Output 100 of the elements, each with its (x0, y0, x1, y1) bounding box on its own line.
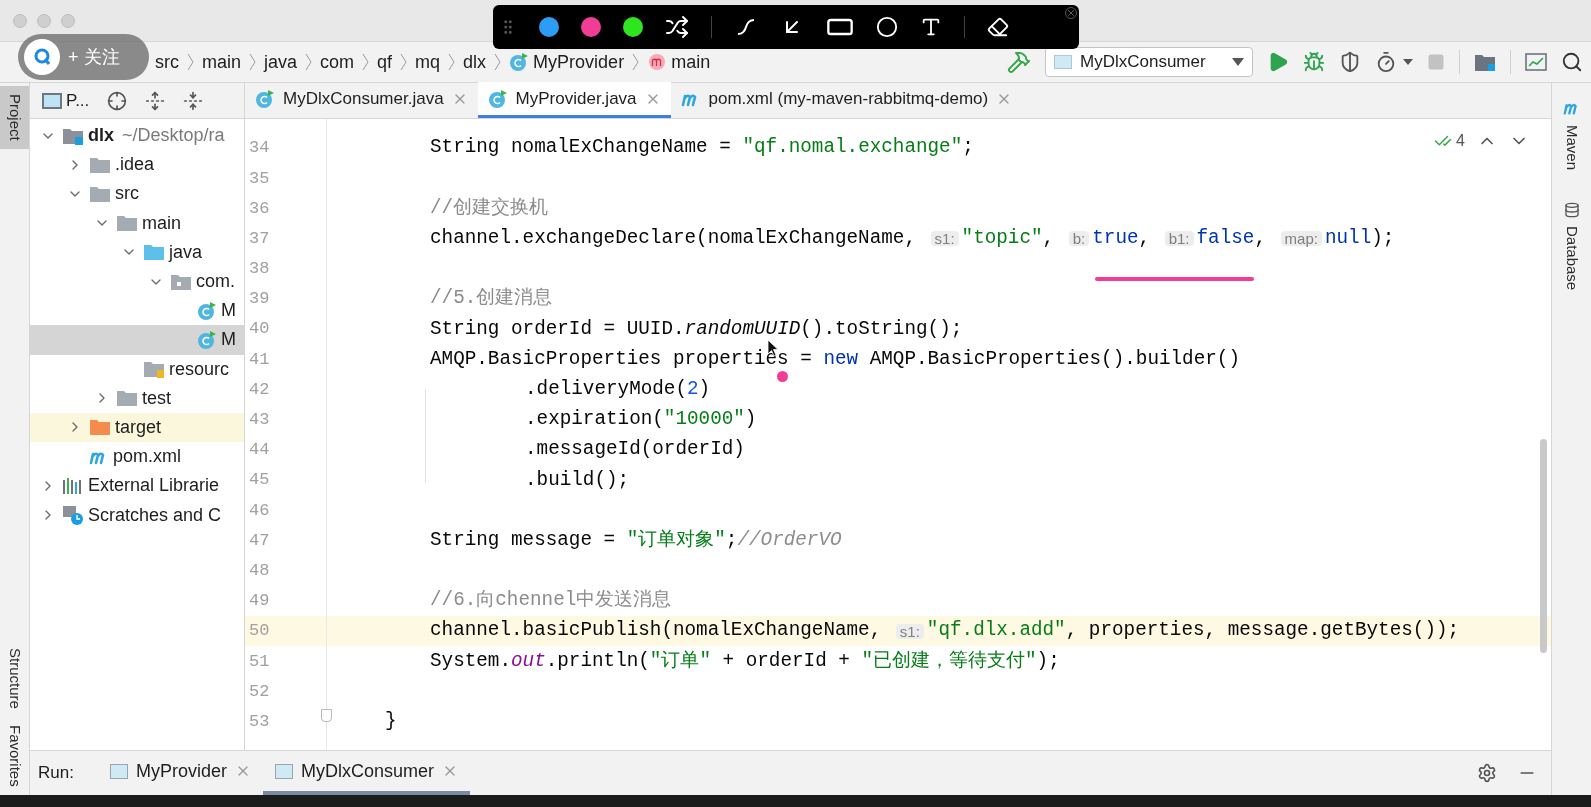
search-icon[interactable] (1561, 51, 1583, 73)
close-icon[interactable] (1065, 7, 1077, 19)
breadcrumb-item[interactable]: java (264, 52, 298, 72)
debug-icon[interactable] (1303, 51, 1325, 73)
breadcrumb-item[interactable]: MyProvider (509, 52, 625, 72)
code-text: AMQP.BasicProperties properties = (430, 349, 813, 370)
tool-window-tab[interactable]: Structure (0, 640, 29, 718)
scratches-icon (62, 505, 84, 526)
line-number: 41 (248, 348, 271, 371)
editor-tab[interactable]: MyProvider.java (477, 82, 671, 118)
breadcrumb-item[interactable]: main (202, 52, 241, 72)
tree-item[interactable]: External Librarie (30, 471, 244, 501)
expand-all-icon[interactable] (145, 90, 166, 111)
text-tool-icon[interactable] (920, 16, 942, 38)
tree-item[interactable]: com. (30, 266, 244, 297)
line-number: 38 (248, 258, 271, 281)
class-icon (487, 88, 508, 109)
code-text: System. (430, 651, 511, 671)
breadcrumb-separator-icon (187, 53, 194, 71)
code-text: + orderId + (721, 651, 851, 671)
folder-icon (116, 389, 138, 408)
folder-icon (89, 155, 111, 174)
project-structure-icon[interactable] (1474, 52, 1496, 72)
chart-window-icon[interactable] (1525, 52, 1547, 72)
scrollbar[interactable] (1540, 439, 1547, 653)
code-text: "已创建，等待支付" (861, 651, 1037, 671)
code-text: ().toString(); (800, 319, 963, 339)
editor-tab[interactable]: pom.xml (my-maven-rabbitmq-demo) (670, 82, 1023, 118)
code-text: 2 (687, 379, 699, 400)
tool-window-tab[interactable]: Project (0, 86, 29, 149)
breadcrumb-separator-icon (249, 53, 256, 71)
collapse-all-icon[interactable] (183, 90, 204, 111)
breadcrumb-separator-icon (632, 53, 640, 71)
line-number: 35 (248, 167, 271, 190)
dropdown-icon[interactable] (1403, 59, 1413, 65)
code-text: //OrderVO (737, 530, 842, 551)
line-number: 37 (248, 227, 271, 250)
tree-item[interactable]: main (30, 208, 244, 238)
profile-icon[interactable] (1375, 51, 1397, 73)
code-text: .println( (545, 651, 650, 671)
tree-item[interactable]: src (30, 179, 244, 209)
tree-item[interactable]: M (30, 325, 244, 355)
breadcrumb-item[interactable]: com (320, 52, 355, 72)
eraser-icon[interactable] (987, 16, 1009, 38)
color-swatch[interactable] (581, 17, 601, 37)
tool-window-tab[interactable]: Database (1552, 194, 1591, 299)
breadcrumb-item[interactable]: dlx (463, 52, 487, 72)
build-icon[interactable] (1007, 50, 1031, 74)
tree-item[interactable]: .idea (30, 150, 244, 180)
ellipse-tool-icon[interactable] (876, 16, 898, 38)
editor-tab[interactable]: MyDlxConsumer.java (245, 82, 478, 118)
shuffle-icon[interactable] (665, 15, 689, 39)
code-text: String nomalExChangeName = (430, 138, 732, 158)
code-text: randomUUID (684, 319, 801, 339)
database-icon (1563, 202, 1580, 219)
tree-item[interactable]: target (30, 412, 244, 443)
coverage-icon[interactable] (1339, 51, 1361, 73)
line-number: 39 (248, 288, 271, 311)
line-number: 50 (248, 620, 271, 643)
code-text: //创建交换机 (430, 198, 549, 219)
project-view-selector[interactable]: P... (42, 87, 90, 114)
tool-window-tab[interactable]: Favorites (0, 717, 29, 795)
breadcrumb-item[interactable]: src (155, 52, 179, 72)
run-tab[interactable]: MyDlxConsumer (262, 751, 470, 795)
breadcrumb-separator-icon (362, 53, 370, 71)
settings-icon[interactable] (1477, 763, 1497, 783)
folder-icon (89, 184, 111, 203)
code-text: ); (1371, 229, 1395, 249)
line-number: 36 (248, 197, 271, 220)
tree-item[interactable]: resourc (30, 354, 244, 384)
color-swatch[interactable] (539, 17, 559, 37)
run-configuration-dropdown[interactable]: MyDlxConsumer (1045, 47, 1253, 77)
code-text: "qf.dlx.add" (926, 621, 1066, 641)
tool-window-tab[interactable]: Maven (1552, 91, 1591, 179)
tree-item[interactable]: dlx ~/Desktop/ra (30, 121, 244, 151)
code-text: true (1092, 229, 1139, 249)
breadcrumb-separator-icon (494, 53, 502, 71)
code-text: out (511, 651, 546, 671)
breadcrumb-item[interactable]: mq (415, 52, 441, 72)
locate-icon[interactable] (107, 90, 128, 111)
tree-item[interactable]: pom.xml (30, 442, 244, 472)
breadcrumb-item[interactable]: qf (377, 52, 393, 72)
run-tab[interactable]: MyProvider (97, 751, 263, 795)
code-text: "订单对象" (626, 530, 726, 551)
parameter-hint: s1: (895, 623, 924, 639)
line-number: 47 (248, 529, 271, 552)
tree-item[interactable]: M (30, 296, 244, 326)
tree-item[interactable]: Scratches and C (30, 500, 244, 530)
line-number: 42 (248, 378, 271, 401)
parameter-hint: s1: (930, 231, 959, 247)
color-swatch[interactable] (623, 17, 643, 37)
parameter-hint: map: (1280, 231, 1322, 247)
tree-item[interactable]: test (30, 383, 244, 413)
code-text: new (823, 349, 859, 370)
line-number: 52 (248, 680, 271, 703)
line-number: 44 (248, 439, 271, 462)
line-number: 40 (248, 318, 271, 341)
tree-item[interactable]: java (30, 237, 244, 267)
inspection-status[interactable]: 4 (1434, 129, 1465, 153)
breadcrumb-item[interactable]: main (647, 52, 711, 72)
